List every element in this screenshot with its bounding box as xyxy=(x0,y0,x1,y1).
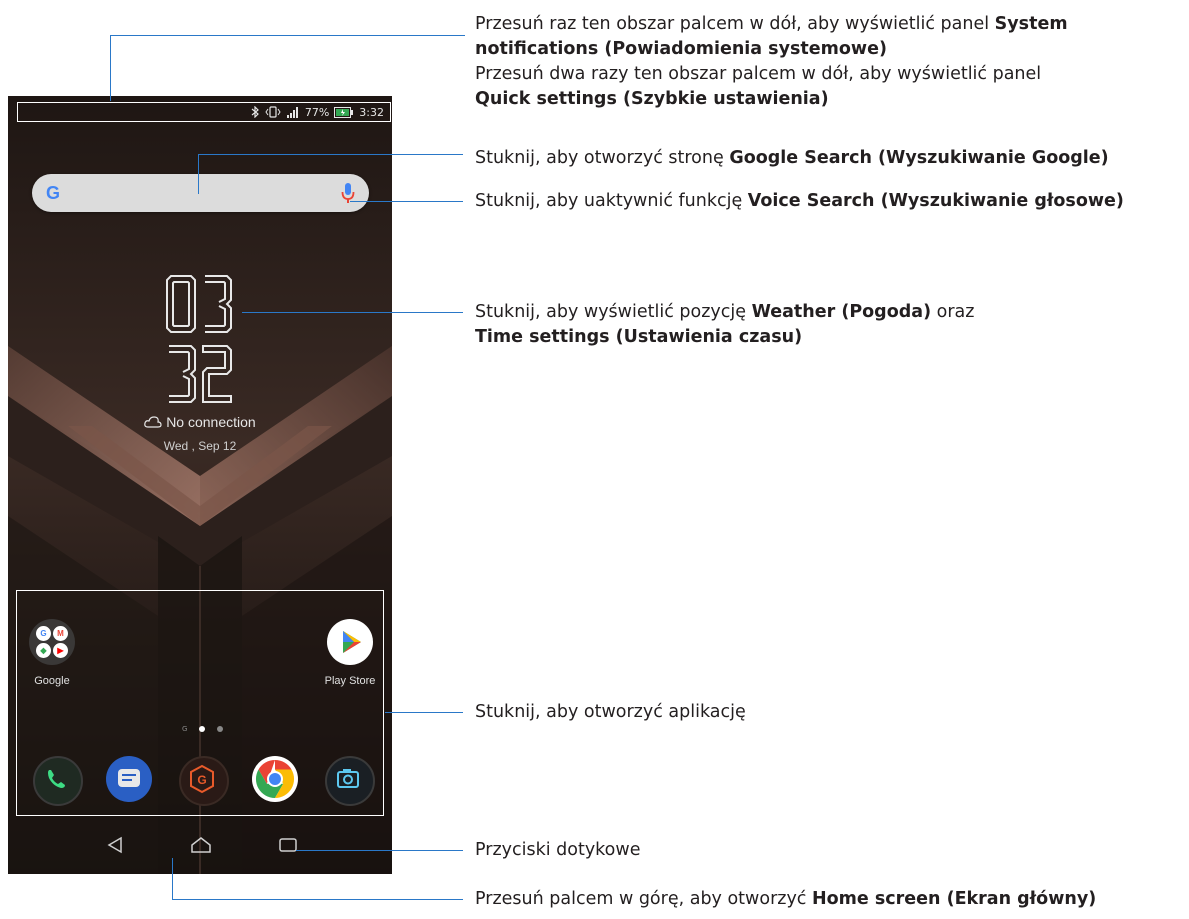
note-weather-bold: Weather (Pogoda) xyxy=(751,302,932,322)
google-folder[interactable]: G M ◆ ▶ Google xyxy=(17,619,87,687)
app-area: G M ◆ ▶ Google Play Store G G xyxy=(16,590,384,816)
note-home-screen: Przesuń palcem w górę, aby otworzyć Home… xyxy=(475,887,1096,912)
navigation-bar xyxy=(8,824,392,874)
battery-icon xyxy=(334,106,354,118)
callout-line-status-h xyxy=(110,35,465,36)
note-weather-and: oraz xyxy=(931,302,975,322)
vibrate-icon xyxy=(265,106,281,118)
callout-line-touch xyxy=(296,850,463,851)
note-status-line2: notifications (Powiadomienia systemowe) xyxy=(475,39,887,59)
status-time: 3:32 xyxy=(359,105,384,119)
page-indicator[interactable]: G xyxy=(182,725,224,733)
phone-icon[interactable] xyxy=(33,756,83,806)
note-google-text: Stuknij, aby otworzyć stronę xyxy=(475,148,730,168)
page-indicator-google: G xyxy=(182,725,188,733)
note-google-search: Stuknij, aby otworzyć stronę Google Sear… xyxy=(475,146,1109,171)
note-voice-bold: Voice Search (Wyszukiwanie głosowe) xyxy=(747,191,1124,211)
callout-line-status-v xyxy=(110,35,111,101)
note-status-line3: Przesuń dwa razy ten obszar palcem w dół… xyxy=(475,64,1042,84)
camera-icon[interactable] xyxy=(325,756,375,806)
phone-screen: 77% 3:32 G 03 xyxy=(8,96,392,874)
google-folder-icon: G M ◆ ▶ xyxy=(29,619,75,665)
play-store-app[interactable]: Play Store xyxy=(315,619,385,687)
google-search-bar[interactable]: G xyxy=(32,174,369,212)
note-status-line1-bold: System xyxy=(994,14,1068,34)
game-center-icon[interactable]: G xyxy=(179,756,229,806)
callout-line-weather xyxy=(242,312,463,313)
recents-icon[interactable] xyxy=(278,836,298,858)
note-home-bold: Home screen (Ekran główny) xyxy=(812,889,1097,909)
note-weather-time: Stuknij, aby wyświetlić pozycję Weather … xyxy=(475,300,974,350)
status-bar[interactable]: 77% 3:32 xyxy=(17,102,391,122)
note-status-bar: Przesuń raz ten obszar palcem w dół, aby… xyxy=(475,12,1068,112)
mic-icon[interactable] xyxy=(341,182,355,208)
app-label-play-store: Play Store xyxy=(324,675,376,687)
clock-minutes-widget[interactable]: 32 xyxy=(8,342,392,406)
app-label-google: Google xyxy=(34,675,70,687)
messages-icon[interactable] xyxy=(106,756,152,802)
clock-widget[interactable]: 03 xyxy=(8,272,392,336)
note-home-text: Przesuń palcem w górę, aby otworzyć xyxy=(475,889,812,909)
play-store-icon xyxy=(327,619,373,665)
callout-line-home-v xyxy=(172,858,173,900)
callout-line-google-h xyxy=(198,154,463,155)
callout-line-apps xyxy=(385,712,463,713)
weather-status[interactable]: No connection xyxy=(8,414,392,430)
dock: G xyxy=(17,756,385,806)
note-voice-search: Stuknij, aby uaktywnić funkcję Voice Sea… xyxy=(475,189,1124,214)
chrome-icon[interactable] xyxy=(252,756,298,802)
clock-hours-digits xyxy=(166,275,232,333)
note-google-bold: Google Search (Wyszukiwanie Google) xyxy=(729,148,1109,168)
clock-minutes-digits xyxy=(169,345,232,403)
callout-line-home-h xyxy=(172,899,463,900)
note-time-bold: Time settings (Ustawienia czasu) xyxy=(475,327,803,347)
bluetooth-icon xyxy=(251,106,260,118)
page-dot-active xyxy=(199,726,206,732)
signal-icon xyxy=(286,106,300,118)
note-voice-text: Stuknij, aby uaktywnić funkcję xyxy=(475,191,748,211)
home-icon[interactable] xyxy=(190,836,212,858)
back-icon[interactable] xyxy=(106,836,124,858)
note-status-line1: Przesuń raz ten obszar palcem w dół, aby… xyxy=(475,14,995,34)
google-logo: G xyxy=(46,183,61,203)
battery-percent: 77% xyxy=(304,105,330,119)
note-touch-buttons: Przyciski dotykowe xyxy=(475,840,641,860)
date-text: Wed , Sep 12 xyxy=(163,439,237,453)
svg-text:G: G xyxy=(197,773,206,787)
note-weather-text: Stuknij, aby wyświetlić pozycję xyxy=(475,302,752,322)
note-status-line4: Quick settings (Szybkie ustawienia) xyxy=(475,89,829,109)
callout-line-voice xyxy=(350,201,463,202)
cloud-icon xyxy=(144,414,166,430)
note-open-apps: Stuknij, aby otworzyć aplikację xyxy=(475,702,746,722)
page-dot xyxy=(217,726,224,732)
callout-line-google-v xyxy=(198,154,199,194)
weather-text: No connection xyxy=(166,414,256,430)
